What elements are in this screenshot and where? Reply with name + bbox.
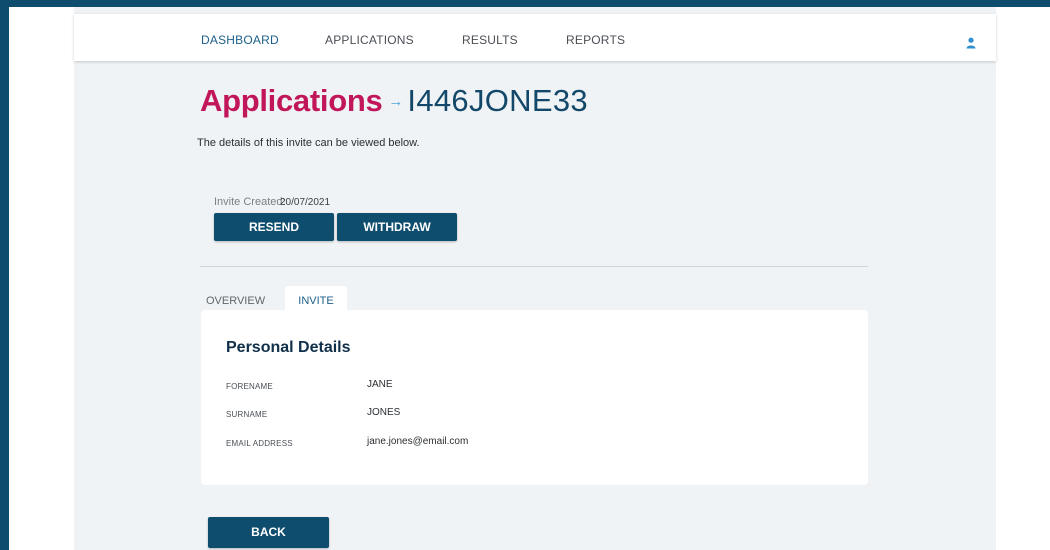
window-frame-left <box>0 0 9 550</box>
arrow-right-icon: → <box>388 93 404 110</box>
back-button[interactable]: BACK <box>208 517 329 548</box>
personal-details-title: Personal Details <box>226 339 351 356</box>
forename-value: JANE <box>367 379 393 390</box>
nav-dashboard[interactable]: DASHBOARD <box>201 33 279 47</box>
surname-label: SURNAME <box>226 410 268 419</box>
user-icon[interactable] <box>966 36 976 49</box>
personal-details-card: Personal Details FORENAME JANE SURNAME J… <box>201 310 868 485</box>
nav-applications[interactable]: APPLICATIONS <box>325 33 414 47</box>
nav-results[interactable]: RESULTS <box>462 33 518 47</box>
top-navbar: DASHBOARD APPLICATIONS RESULTS REPORTS <box>74 14 996 61</box>
invite-created-label: Invite Created: <box>214 196 286 208</box>
invite-created-date: 20/07/2021 <box>280 197 331 208</box>
email-address-label: EMAIL ADDRESS <box>226 439 293 448</box>
window-frame-top <box>0 0 1050 7</box>
page-title: Applications → I446JONE33 <box>200 83 588 127</box>
page-title-invite-id: I446JONE33 <box>407 83 588 118</box>
page-title-section: Applications <box>200 83 383 118</box>
app-container: DASHBOARD APPLICATIONS RESULTS REPORTS A… <box>74 7 996 550</box>
section-divider <box>200 266 868 267</box>
nav-reports[interactable]: REPORTS <box>566 33 625 47</box>
forename-label: FORENAME <box>226 382 273 391</box>
surname-value: JONES <box>367 407 401 418</box>
email-address-value: jane.jones@email.com <box>367 436 469 447</box>
withdraw-button[interactable]: WITHDRAW <box>337 213 457 241</box>
page-description: The details of this invite can be viewed… <box>197 137 420 149</box>
resend-button[interactable]: RESEND <box>214 213 334 241</box>
